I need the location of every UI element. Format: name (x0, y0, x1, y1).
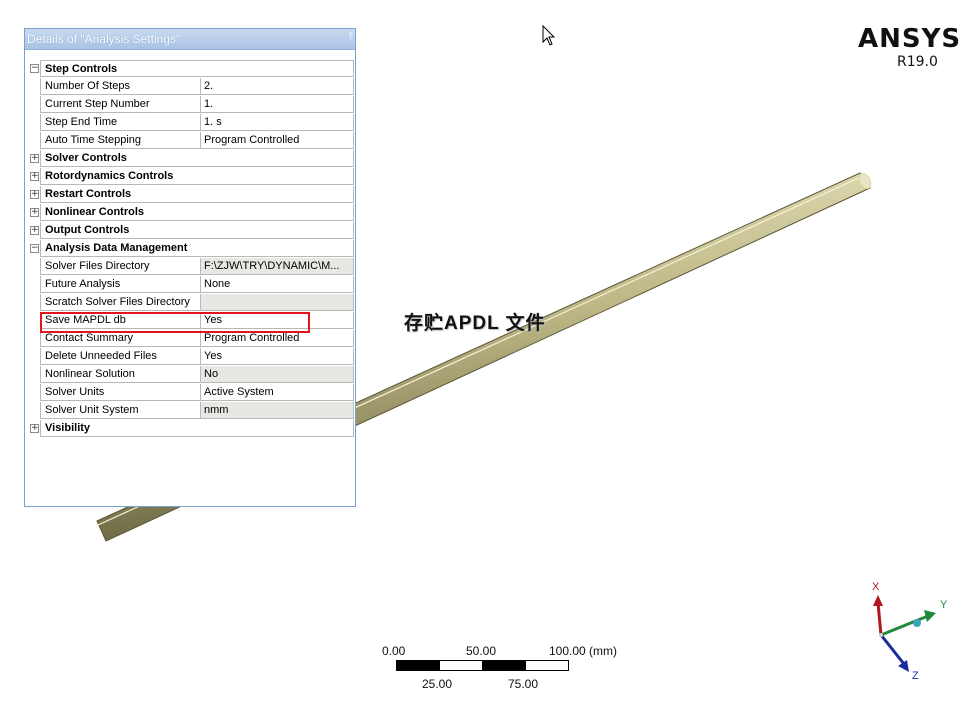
category-row[interactable]: + Visibility (28, 420, 354, 438)
expand-icon[interactable]: + (28, 150, 40, 168)
property-value[interactable]: Active System (200, 384, 354, 401)
plus-icon[interactable]: + (30, 190, 39, 199)
scale-bar: 0.00 50.00 100.00 (mm) 25.00 75.00 (382, 644, 662, 694)
pin-icon[interactable]: ⫯ (349, 31, 353, 42)
property-value[interactable]: Program Controlled (200, 132, 354, 149)
property-row[interactable]: Solver Files Directory F:\ZJW\TRY\DYNAMIC… (28, 258, 354, 276)
property-label: Solver Files Directory (40, 258, 200, 275)
property-value[interactable] (200, 294, 354, 311)
category-label[interactable]: Analysis Data Management (40, 240, 354, 257)
property-label: Nonlinear Solution (40, 366, 200, 383)
axis-y-label: Y (940, 599, 948, 611)
property-value[interactable]: None (200, 276, 354, 293)
details-panel[interactable]: Details of "Analysis Settings" ⫯ − Step C… (24, 28, 356, 507)
property-row[interactable]: Step End Time 1. s (28, 114, 354, 132)
expand-icon[interactable]: + (28, 420, 40, 438)
scale-segment (439, 660, 483, 671)
plus-icon[interactable]: + (30, 424, 39, 433)
scale-label-100: 100.00 (mm) (549, 644, 618, 658)
category-row[interactable]: + Restart Controls (28, 186, 354, 204)
property-value[interactable]: F:\ZJW\TRY\DYNAMIC\M... (200, 258, 354, 275)
property-grid: − Step Controls Number Of Steps 2. Current S… (28, 60, 354, 438)
category-row[interactable]: − Analysis Data Management (28, 240, 354, 258)
plus-icon[interactable]: + (30, 172, 39, 181)
property-label: Scratch Solver Files Directory (40, 294, 200, 311)
category-label[interactable]: Nonlinear Controls (40, 204, 354, 221)
property-row[interactable]: Number Of Steps 2. (28, 78, 354, 96)
scale-label-25: 25.00 (422, 677, 453, 691)
scale-label-0: 0.00 (382, 644, 406, 658)
scale-label-75: 75.00 (508, 677, 539, 691)
category-row[interactable]: + Rotordynamics Controls (28, 168, 354, 186)
mouse-cursor-icon (542, 24, 556, 52)
property-label: Solver Units (40, 384, 200, 401)
details-titlebar[interactable]: Details of "Analysis Settings" ⫯ (25, 29, 355, 50)
property-row[interactable]: Delete Unneeded Files Yes (28, 348, 354, 366)
property-value[interactable]: nmm (200, 402, 354, 419)
expand-icon[interactable]: + (28, 186, 40, 204)
plus-icon[interactable]: + (30, 208, 39, 217)
property-label: Current Step Number (40, 96, 200, 113)
category-label[interactable]: Rotordynamics Controls (40, 168, 354, 185)
collapse-icon[interactable]: − (28, 60, 40, 78)
property-label: Number Of Steps (40, 78, 200, 95)
property-row[interactable]: Scratch Solver Files Directory (28, 294, 354, 312)
minus-icon[interactable]: − (30, 244, 39, 253)
expand-icon[interactable]: + (28, 168, 40, 186)
property-label: Solver Unit System (40, 402, 200, 419)
axis-z-label: Z (912, 670, 919, 682)
minus-icon[interactable]: − (30, 64, 39, 73)
category-label[interactable]: Restart Controls (40, 186, 354, 203)
property-label: Future Analysis (40, 276, 200, 293)
category-row[interactable]: + Solver Controls (28, 150, 354, 168)
category-label[interactable]: Visibility (40, 420, 354, 437)
property-value[interactable]: 2. (200, 78, 354, 95)
category-row[interactable]: + Output Controls (28, 222, 354, 240)
property-value[interactable]: Yes (200, 348, 354, 365)
expand-icon[interactable]: + (28, 222, 40, 240)
property-value[interactable]: No (200, 366, 354, 383)
property-row[interactable]: Future Analysis None (28, 276, 354, 294)
property-label: Step End Time (40, 114, 200, 131)
scale-segment (482, 660, 526, 671)
category-label[interactable]: Step Controls (40, 60, 354, 77)
property-row[interactable]: Auto Time Stepping Program Controlled (28, 132, 354, 150)
axis-x-label: X (872, 581, 880, 593)
scale-segment (396, 660, 440, 671)
scale-label-50: 50.00 (466, 644, 497, 658)
plus-icon[interactable]: + (30, 154, 39, 163)
collapse-icon[interactable]: − (28, 240, 40, 258)
property-label: Delete Unneeded Files (40, 348, 200, 365)
category-row[interactable]: + Nonlinear Controls (28, 204, 354, 222)
release-label: R19.0 (897, 54, 938, 70)
property-label: Auto Time Stepping (40, 132, 200, 149)
expand-icon[interactable]: + (28, 204, 40, 222)
annotation-text: 存贮APDL 文件 (404, 313, 546, 334)
category-row[interactable]: − Step Controls (28, 60, 354, 78)
plus-icon[interactable]: + (30, 226, 39, 235)
ansys-logo: ANSYS (858, 24, 962, 54)
category-label[interactable]: Output Controls (40, 222, 354, 239)
property-row[interactable]: Nonlinear Solution No (28, 366, 354, 384)
property-row[interactable]: Solver Unit System nmm (28, 402, 354, 420)
details-title: Details of "Analysis Settings" (27, 32, 181, 46)
property-value[interactable]: 1. (200, 96, 354, 113)
highlight-box (40, 312, 310, 333)
property-row[interactable]: Solver Units Active System (28, 384, 354, 402)
property-value[interactable]: 1. s (200, 114, 354, 131)
scale-segment (525, 660, 569, 671)
category-label[interactable]: Solver Controls (40, 150, 354, 167)
coordinate-triad[interactable]: X Y Z (860, 578, 950, 683)
property-row[interactable]: Current Step Number 1. (28, 96, 354, 114)
